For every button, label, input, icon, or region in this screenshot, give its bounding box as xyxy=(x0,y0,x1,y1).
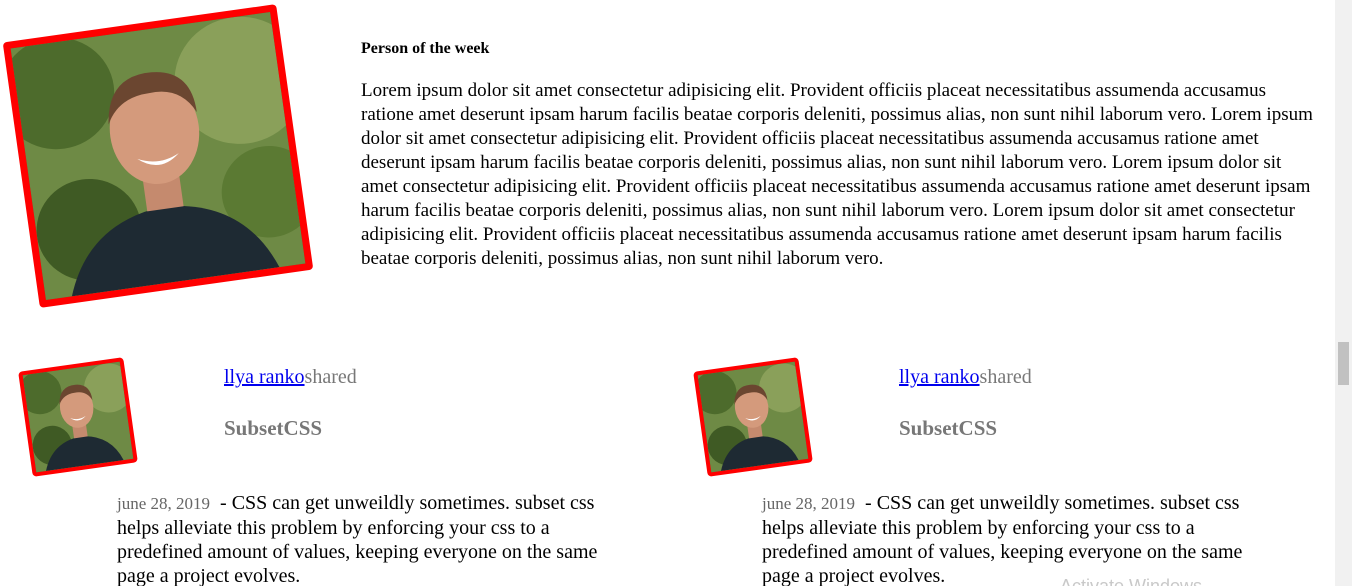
author-link[interactable]: llya ranko xyxy=(224,366,305,388)
vertical-scrollbar[interactable] xyxy=(1335,0,1352,586)
post-date: june 28, 2019 xyxy=(762,494,856,513)
action-text: shared xyxy=(304,366,357,388)
hero-portrait-image xyxy=(10,12,306,300)
scrollbar-thumb[interactable] xyxy=(1338,342,1349,385)
action-text: shared xyxy=(979,366,1032,388)
hero-title: Person of the week xyxy=(361,40,490,57)
card-title: SubsetCSS xyxy=(899,416,998,440)
card-avatar-image xyxy=(697,361,809,473)
card-body: june 28, 2019- CSS can get unweildly som… xyxy=(762,491,1272,586)
card-body: june 28, 2019- CSS can get unweildly som… xyxy=(117,491,627,586)
card-title: SubsetCSS xyxy=(224,416,323,440)
card-avatar-frame xyxy=(693,357,813,477)
hero-description: Lorem ipsum dolor sit amet consectetur a… xyxy=(361,80,1313,269)
author-link[interactable]: llya ranko xyxy=(899,366,980,388)
hero-portrait-frame xyxy=(2,4,314,308)
activation-watermark: Activate Windows xyxy=(1060,576,1203,586)
post-date: june 28, 2019 xyxy=(117,494,211,513)
card-header: llya rankoshared xyxy=(899,365,1032,389)
card-avatar-image xyxy=(22,361,134,473)
card-avatar-frame xyxy=(18,357,138,477)
card-header: llya rankoshared xyxy=(224,365,357,389)
